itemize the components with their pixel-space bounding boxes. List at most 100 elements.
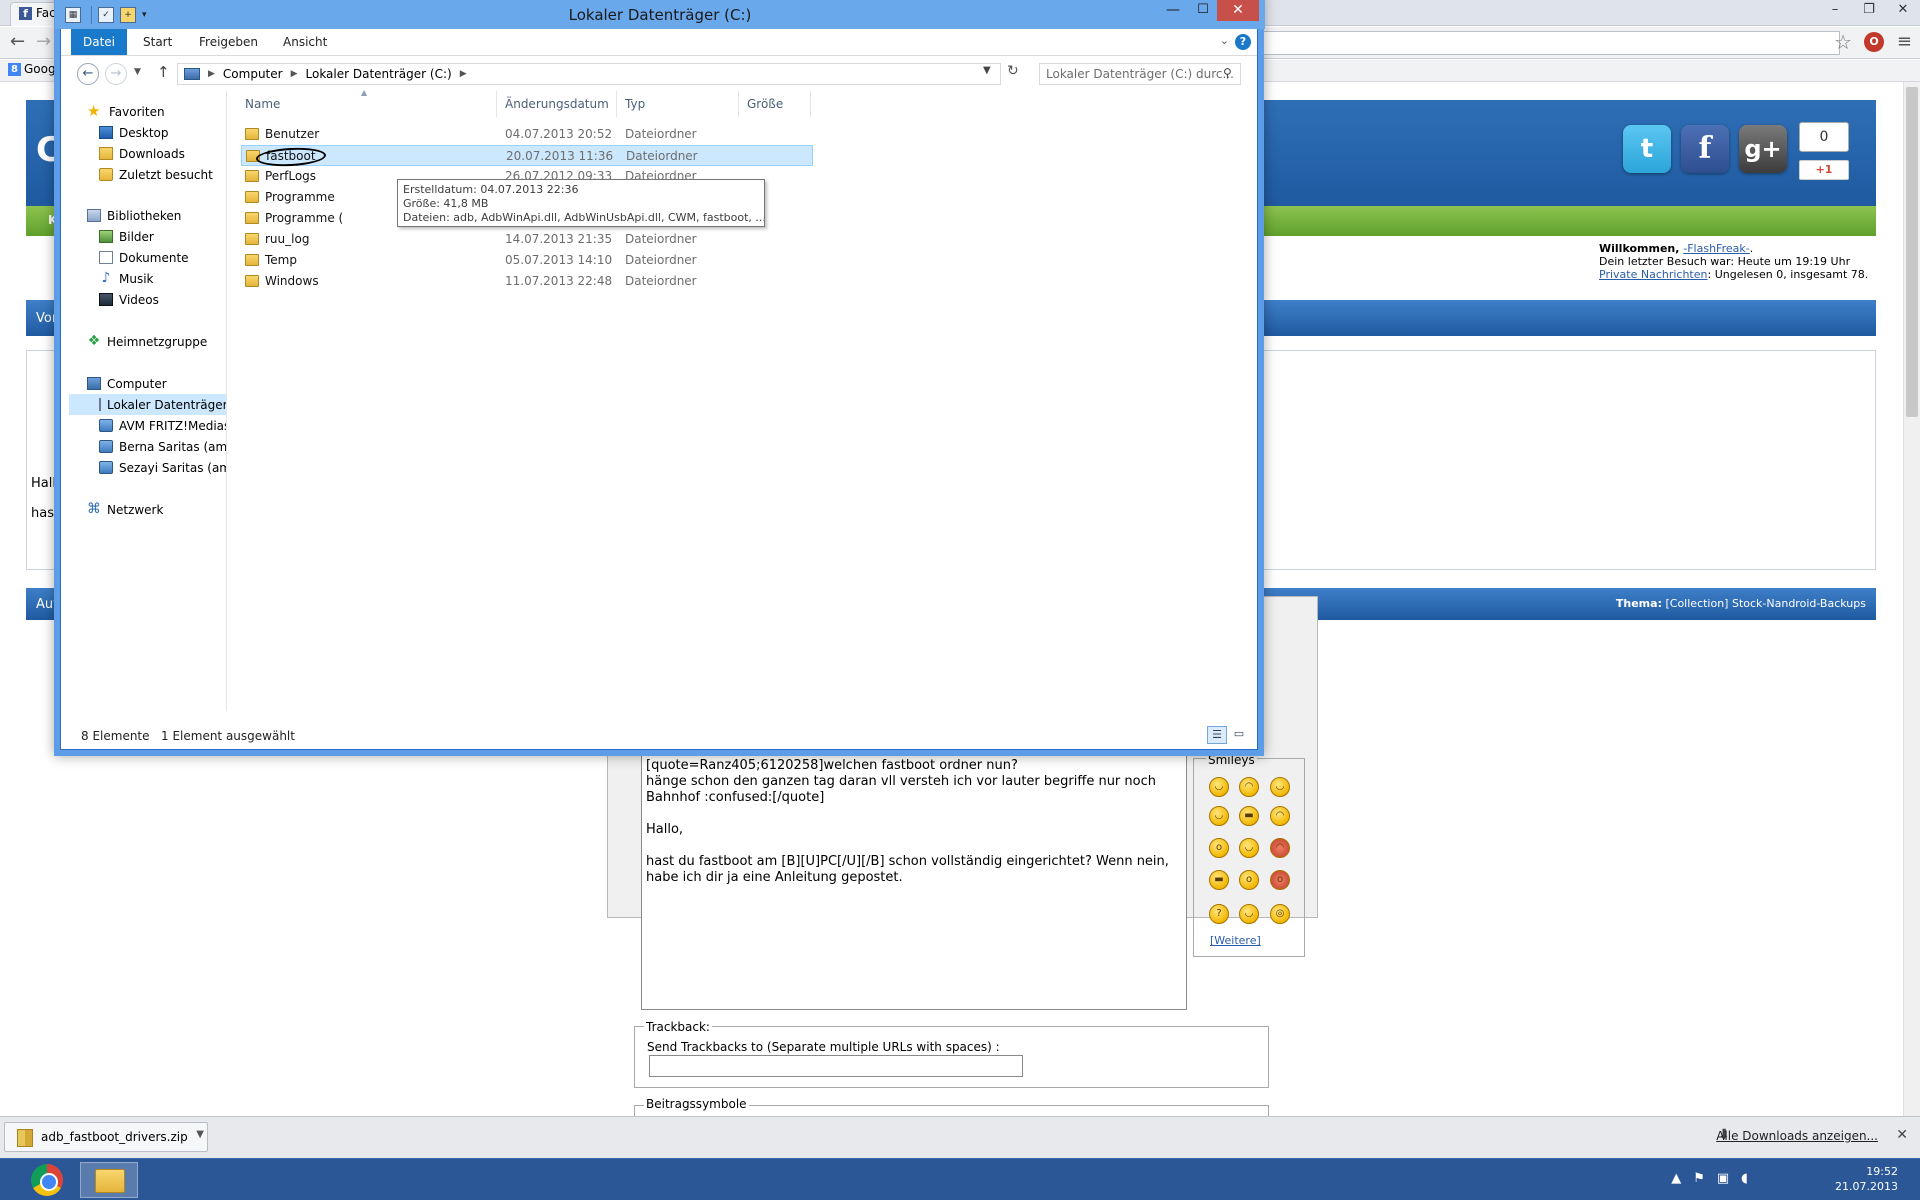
chevron-down-icon[interactable]: ▼ — [196, 1129, 204, 1140]
browser-forward-icon[interactable]: → — [36, 31, 51, 52]
breadcrumb-computer[interactable]: Computer — [223, 67, 283, 81]
column-header-date[interactable]: Änderungsdatum — [497, 91, 617, 117]
nav-local-disk[interactable]: Lokaler Datenträger — [69, 394, 226, 415]
chevron-down-icon[interactable]: ▼ — [134, 67, 141, 77]
close-icon[interactable]: ✕ — [1896, 1127, 1908, 1143]
search-icon[interactable]: ⚲ — [1223, 66, 1232, 80]
up-arrow-icon[interactable]: ↑ — [157, 63, 170, 81]
file-row[interactable]: Temp 05.07.2013 14:10 Dateiordner — [241, 250, 813, 271]
column-header-type[interactable]: Typ — [617, 91, 739, 117]
smiley-icon[interactable]: ◠ — [1270, 806, 1290, 826]
smiley-icon[interactable]: ? — [1209, 904, 1229, 924]
address-bar[interactable]: ▶ Computer ▶ Lokaler Datenträger (C:) ▶ — [177, 63, 1001, 85]
column-header-size[interactable]: Größe — [739, 91, 811, 117]
smiley-icon[interactable]: ▬ — [1239, 806, 1259, 826]
forward-icon[interactable]: → — [105, 63, 127, 85]
browser-restore-icon[interactable]: ❐ — [1852, 0, 1886, 20]
help-icon[interactable]: ? — [1235, 34, 1251, 50]
nav-desktop[interactable]: Desktop — [99, 122, 169, 143]
nav-recent[interactable]: Zuletzt besucht — [99, 164, 213, 185]
more-smileys-link[interactable]: [Weitere] — [1210, 934, 1261, 947]
file-row-selected[interactable]: fastboot 20.07.2013 11:36 Dateiordner — [241, 145, 813, 168]
page-scrollbar-thumb[interactable] — [1906, 87, 1918, 417]
extension-icon[interactable]: O — [1864, 32, 1884, 52]
minimize-icon[interactable]: — — [1159, 2, 1187, 22]
chevron-right-icon[interactable]: ▶ — [460, 69, 467, 79]
explorer-title-bar[interactable]: ▦ ✓ + ▾ Lokaler Datenträger (C:) — ☐ ✕ — [55, 0, 1265, 29]
taskbar-explorer-button[interactable] — [80, 1162, 138, 1198]
back-icon[interactable]: ← — [77, 63, 99, 85]
breadcrumb-local-disk[interactable]: Lokaler Datenträger (C:) — [306, 67, 452, 81]
google-plus-icon[interactable]: g+ — [1739, 125, 1787, 173]
smiley-icon[interactable]: ◠ — [1270, 838, 1290, 858]
file-name: PerfLogs — [265, 169, 317, 183]
smiley-icon[interactable]: ◡ — [1209, 777, 1229, 797]
refresh-icon[interactable]: ↻ — [1007, 63, 1019, 79]
clock-date: 21.07.2013 — [1835, 1180, 1898, 1193]
nav-documents[interactable]: Dokumente — [99, 247, 189, 268]
nav-network[interactable]: ⌘ Netzwerk — [87, 499, 163, 520]
tab-start[interactable]: Start — [133, 29, 182, 55]
taskbar-clock[interactable]: 19:52 21.07.2013 — [1835, 1164, 1898, 1194]
private-messages-link[interactable]: Private Nachrichten — [1599, 268, 1708, 281]
nav-music[interactable]: ♪ Musik — [99, 268, 154, 289]
smiley-icon[interactable]: ◡ — [1239, 904, 1259, 924]
taskbar-chrome-button[interactable] — [18, 1162, 76, 1198]
maximize-icon[interactable]: ☐ — [1189, 2, 1217, 22]
chevron-right-icon[interactable]: ▶ — [208, 69, 215, 79]
nav-berna[interactable]: Berna Saritas (amilo — [99, 436, 226, 457]
smiley-icon[interactable]: o — [1209, 838, 1229, 858]
tab-ansicht[interactable]: Ansicht — [273, 29, 337, 55]
bookmark-google[interactable]: 8 Googl — [8, 62, 59, 76]
smiley-icon[interactable]: o — [1270, 870, 1290, 890]
nav-downloads[interactable]: Downloads — [99, 143, 185, 164]
bookmark-star-icon[interactable]: ☆ — [1834, 30, 1852, 54]
nav-computer[interactable]: Computer — [87, 373, 167, 394]
nav-homegroup[interactable]: ❖ Heimnetzgruppe — [87, 331, 207, 352]
bookmark-label: Googl — [24, 62, 59, 76]
chevron-right-icon[interactable]: ▶ — [291, 69, 298, 79]
browser-back-icon[interactable]: ← — [10, 31, 25, 52]
chevron-down-icon[interactable]: ▼ — [983, 65, 991, 76]
browser-address-bar[interactable] — [1255, 31, 1840, 55]
nav-videos[interactable]: Videos — [99, 289, 159, 310]
close-icon[interactable]: ✕ — [1217, 0, 1259, 21]
nav-avm[interactable]: AVM FRITZ!Mediase — [99, 415, 226, 436]
smiley-icon[interactable]: ◡ — [1270, 777, 1290, 797]
tab-freigeben[interactable]: Freigeben — [189, 29, 268, 55]
smiley-icon[interactable]: ◡ — [1239, 838, 1259, 858]
smiley-icon[interactable]: ◡ — [1209, 806, 1229, 826]
file-row[interactable]: Benutzer 04.07.2013 20:52 Dateiordner — [241, 124, 813, 145]
browser-close-icon[interactable]: ✕ — [1886, 0, 1920, 20]
browser-menu-icon[interactable]: ≡ — [1897, 31, 1912, 52]
file-row[interactable]: ruu_log 14.07.2013 21:35 Dateiordner — [241, 229, 813, 250]
forum-nav-item[interactable]: K — [48, 213, 57, 227]
details-view-icon[interactable]: ☰ — [1207, 726, 1227, 744]
nav-pictures[interactable]: Bilder — [99, 226, 154, 247]
twitter-icon[interactable]: t — [1623, 125, 1671, 173]
download-item[interactable]: adb_fastboot_drivers.zip ▼ — [4, 1122, 208, 1152]
nav-libraries[interactable]: Bibliotheken — [87, 205, 181, 226]
show-all-downloads-link[interactable]: Alle Downloads anzeigen... — [1716, 1129, 1878, 1143]
smiley-icon[interactable]: ◠ — [1239, 777, 1259, 797]
browser-minimize-icon[interactable]: – — [1818, 0, 1852, 20]
nav-sezayi[interactable]: Sezayi Saritas (amilo — [99, 457, 226, 478]
welcome-user-link[interactable]: -FlashFreak- — [1683, 242, 1749, 255]
trackback-input[interactable] — [649, 1055, 1023, 1077]
chevron-down-icon[interactable]: ⌄ — [1220, 34, 1229, 47]
large-icons-view-icon[interactable]: ▭ — [1229, 726, 1249, 744]
page-scrollbar[interactable] — [1903, 82, 1920, 1116]
smiley-icon[interactable]: o — [1239, 870, 1259, 890]
file-row[interactable]: Windows 11.07.2013 22:48 Dateiordner — [241, 271, 813, 292]
taskbar: ▲⚑▣◖ 19:52 21.07.2013 — [0, 1158, 1920, 1200]
reply-textarea[interactable]: [quote=Ranz405;6120258]welchen fastboot … — [641, 754, 1187, 1010]
gplus-one-button[interactable]: +1 — [1799, 160, 1849, 180]
facebook-icon[interactable]: f — [1681, 125, 1729, 173]
smiley-icon[interactable]: ▬ — [1209, 870, 1229, 890]
smiley-icon[interactable]: ◎ — [1270, 904, 1290, 924]
tab-datei[interactable]: Datei — [71, 29, 127, 55]
sort-ascending-icon: ▲ — [361, 88, 368, 97]
search-input[interactable]: Lokaler Datenträger (C:) durc... — [1039, 63, 1241, 85]
nav-favorites[interactable]: ★ Favoriten — [87, 101, 165, 122]
system-tray[interactable]: ▲⚑▣◖ — [1671, 1171, 1760, 1186]
